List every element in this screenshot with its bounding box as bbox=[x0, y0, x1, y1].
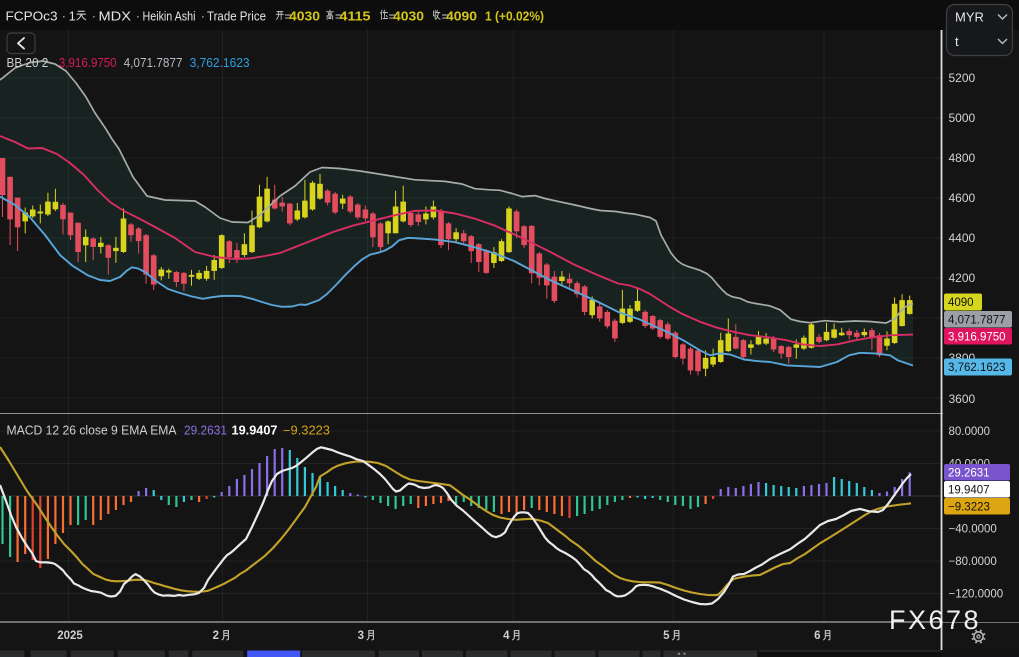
svg-text:2: 2 bbox=[213, 630, 219, 642]
svg-text:19.9407: 19.9407 bbox=[232, 424, 278, 438]
svg-text:FX678: FX678 bbox=[889, 605, 981, 635]
svg-text:t: t bbox=[955, 34, 959, 49]
svg-text:4090: 4090 bbox=[446, 10, 477, 24]
svg-text:−120.0000: −120.0000 bbox=[949, 589, 1004, 601]
svg-text:80.0000: 80.0000 bbox=[949, 426, 991, 438]
svg-text:5: 5 bbox=[663, 630, 670, 642]
svg-text:6: 6 bbox=[814, 630, 820, 642]
svg-text:·: · bbox=[136, 8, 141, 24]
svg-text:5000: 5000 bbox=[949, 111, 976, 125]
svg-text:MYR: MYR bbox=[955, 10, 984, 25]
svg-text:BB 20 2: BB 20 2 bbox=[7, 56, 49, 70]
svg-text:3,916.9750: 3,916.9750 bbox=[59, 56, 117, 70]
svg-text:·: · bbox=[62, 8, 67, 24]
svg-text:−40.0000: −40.0000 bbox=[949, 524, 997, 536]
svg-text:29.2631: 29.2631 bbox=[184, 424, 227, 438]
svg-text:4,071.7877: 4,071.7877 bbox=[124, 56, 183, 70]
svg-text:4: 4 bbox=[503, 630, 510, 642]
svg-text:1: 1 bbox=[69, 10, 76, 24]
svg-text:1 (+0.02%): 1 (+0.02%) bbox=[485, 10, 544, 24]
svg-text:29.2631: 29.2631 bbox=[948, 467, 990, 479]
svg-text:5200: 5200 bbox=[949, 71, 976, 85]
svg-text:4115: 4115 bbox=[340, 10, 371, 24]
svg-text:3,762.1623: 3,762.1623 bbox=[948, 362, 1006, 374]
svg-text:Heikin Ashi: Heikin Ashi bbox=[143, 10, 196, 24]
svg-text:·: · bbox=[201, 8, 206, 24]
svg-text:FCPOc3: FCPOc3 bbox=[6, 10, 58, 24]
svg-text:MDX: MDX bbox=[99, 10, 132, 24]
svg-text:·: · bbox=[92, 8, 97, 24]
svg-text:−9.3223: −9.3223 bbox=[283, 424, 330, 438]
svg-text:3: 3 bbox=[358, 630, 364, 642]
svg-text:4,071.7877: 4,071.7877 bbox=[948, 314, 1006, 326]
svg-text:MACD 12 26 close 9 EMA EMA: MACD 12 26 close 9 EMA EMA bbox=[7, 424, 178, 438]
svg-text:3,916.9750: 3,916.9750 bbox=[948, 331, 1006, 343]
svg-text:3,762.1623: 3,762.1623 bbox=[190, 56, 250, 70]
svg-text:4030: 4030 bbox=[289, 10, 320, 24]
svg-text:19.9407: 19.9407 bbox=[948, 484, 990, 496]
svg-text:4030: 4030 bbox=[393, 10, 424, 24]
svg-text:Trade Price: Trade Price bbox=[207, 10, 266, 24]
svg-text:2025: 2025 bbox=[57, 630, 83, 642]
svg-text:4200: 4200 bbox=[949, 271, 976, 285]
svg-text:−9.3223: −9.3223 bbox=[948, 501, 990, 513]
svg-text:4800: 4800 bbox=[949, 151, 976, 165]
svg-text:4600: 4600 bbox=[949, 191, 976, 205]
svg-text:4400: 4400 bbox=[949, 231, 976, 245]
svg-text:4090: 4090 bbox=[948, 297, 974, 309]
svg-text:3600: 3600 bbox=[949, 392, 976, 406]
svg-text:−80.0000: −80.0000 bbox=[949, 556, 997, 568]
